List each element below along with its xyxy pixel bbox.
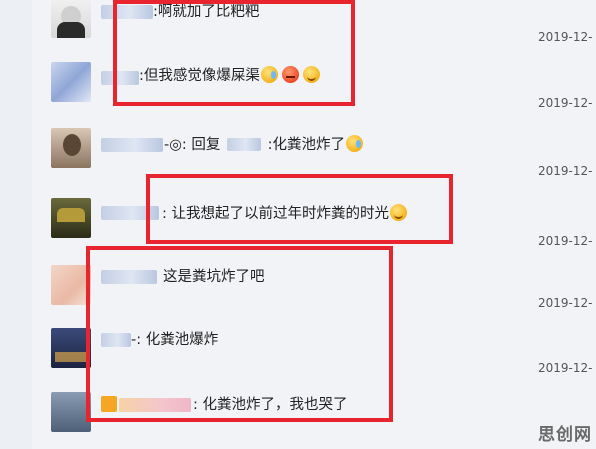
comment-date: 2019-12- (538, 234, 593, 248)
comment-date: 2019-12- (538, 30, 593, 44)
reply-target-username[interactable] (227, 138, 261, 151)
comment-date: 2019-12- (538, 296, 593, 310)
highlight-box (146, 174, 453, 244)
reply-text: :化粪池炸了 (267, 137, 345, 153)
comment-date: 2019-12- (538, 361, 593, 375)
avatar[interactable] (51, 0, 91, 38)
comment-text: -◎: 回复 :化粪池炸了 (164, 135, 363, 154)
avatar[interactable] (51, 328, 91, 368)
watermark-logo: 思创网 (538, 425, 592, 445)
comment-date: 2019-12- (538, 164, 593, 178)
highlight-box (113, 0, 355, 106)
avatar[interactable] (51, 198, 91, 238)
avatar[interactable] (51, 392, 91, 432)
username[interactable] (101, 138, 163, 152)
comment-date: 2019-12- (538, 96, 593, 110)
avatar[interactable] (51, 128, 91, 168)
avatar[interactable] (51, 62, 91, 102)
happy-cry-emoji-icon (346, 135, 363, 152)
highlight-box (86, 246, 393, 422)
reply-prefix: -◎: 回复 (164, 137, 221, 153)
comment-feed-screenshot: :啊就加了比粑粑 2019-12- :但我感觉像爆屎渠 2019-12- -◎:… (0, 0, 596, 449)
avatar[interactable] (51, 265, 91, 305)
